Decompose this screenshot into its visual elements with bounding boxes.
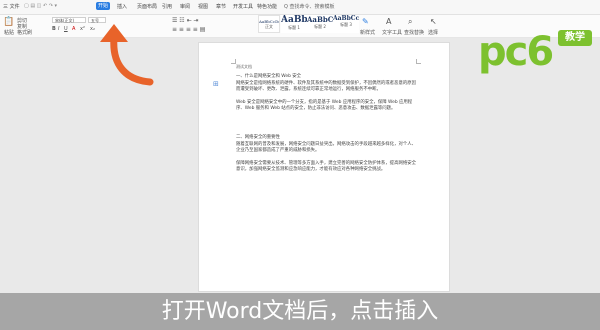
menu-bar: 三 文件 ▢ ▤ ◫ ↶ ↷ ▾ 开始 插入 页面布局 引用 审阅 视图 章节 … xyxy=(0,0,600,15)
tab-page-layout[interactable]: 页面布局 xyxy=(137,3,157,10)
paragraph-heading: 二、网络安全的重要性 xyxy=(236,135,280,140)
paragraph: 随着互联网的普及和发展，网络安全问题日益突出，网络攻击的手段越来越多样化，对个人… xyxy=(236,142,417,154)
tutorial-caption: 打开Word文档后，点击插入 xyxy=(0,293,600,330)
style-heading-2[interactable]: AaBbC 标题 2 xyxy=(307,15,333,33)
file-menu[interactable]: 三 文件 xyxy=(3,3,20,10)
style-normal[interactable]: AaBbCcDd 正文 xyxy=(258,15,280,33)
pc6-logo: pc6 教学 xyxy=(472,30,596,80)
margin-corner-top-right xyxy=(416,59,421,64)
tutorial-arrow-icon xyxy=(100,24,154,86)
tab-home[interactable]: 开始 xyxy=(96,2,110,10)
select-button[interactable]: 选择 xyxy=(428,29,438,36)
cursor-icon[interactable]: ↖ xyxy=(430,17,437,26)
underline-icon[interactable]: U xyxy=(64,26,68,32)
paragraph: 保障网络安全需要从技术、管理等多方面入手，建立完善的网络安全防护体系，提高网络安… xyxy=(236,161,417,173)
logo-badge: 教学 xyxy=(558,30,592,46)
text-tools-icon[interactable]: A xyxy=(386,17,391,26)
paragraph-marker-icon[interactable]: ⊞ xyxy=(213,80,219,88)
italic-icon[interactable]: I xyxy=(58,26,59,32)
find-replace-button[interactable]: 查找替换 xyxy=(404,29,424,36)
new-style-button[interactable]: 新样式 xyxy=(360,29,375,36)
tab-view[interactable]: 视图 xyxy=(198,3,208,10)
search-command[interactable]: Q 查找命令、搜索模板 xyxy=(284,3,335,10)
paragraph: Web 安全是网络安全中的一个分支，指的是基于 Web 应用程序的安全，保障 W… xyxy=(236,100,413,112)
tab-special[interactable]: 特色功能 xyxy=(257,3,277,10)
tab-insert[interactable]: 插入 xyxy=(117,3,127,10)
superscript-icon[interactable]: x² xyxy=(80,26,85,32)
search-icon[interactable]: ⌕ xyxy=(408,17,412,27)
document-title: 测试文档 xyxy=(236,64,252,69)
quick-access-icons[interactable]: ▢ ▤ ◫ ↶ ↷ ▾ xyxy=(24,3,57,9)
tab-chapter[interactable]: 章节 xyxy=(216,3,226,10)
format-painter-button[interactable]: 格式刷 xyxy=(17,29,32,36)
tab-review[interactable]: 审阅 xyxy=(180,3,190,10)
paste-icon[interactable]: 📋 xyxy=(3,17,14,27)
paste-button[interactable]: 粘贴 xyxy=(4,29,14,36)
style-heading-3[interactable]: AaBbCcD 标题 3 xyxy=(333,15,359,33)
paragraph: 网络安全是指网络系统的硬件、软件及其系统中的数据受到保护，不因偶然的或者恶意的原… xyxy=(236,81,417,93)
font-color-icon[interactable]: A xyxy=(72,26,75,32)
bold-icon[interactable]: B xyxy=(52,26,56,32)
text-tools-button[interactable]: 文字工具 xyxy=(382,29,402,36)
new-style-icon[interactable]: ✎ xyxy=(362,17,369,26)
document-page[interactable]: 测试文档 一、什么是网络安全和 Web 安全 网络安全是指网络系统的硬件、软件及… xyxy=(198,42,450,292)
style-heading-1[interactable]: AaBb 标题 1 xyxy=(281,15,307,33)
tab-references[interactable]: 引用 xyxy=(162,3,172,10)
tab-developer[interactable]: 开发工具 xyxy=(233,3,253,10)
font-size-select[interactable]: 五号 xyxy=(88,17,106,23)
bullet-list-icon[interactable]: ☰ ☷ ⇤ ⇥ xyxy=(172,17,199,24)
align-icons[interactable]: ≡ ≡ ≡ ≡ ▤ xyxy=(172,26,205,33)
paragraph-heading: 一、什么是网络安全和 Web 安全 xyxy=(236,74,302,79)
logo-text: pc6 xyxy=(478,29,554,75)
font-name-select[interactable]: 宋体(正文) xyxy=(52,17,86,23)
